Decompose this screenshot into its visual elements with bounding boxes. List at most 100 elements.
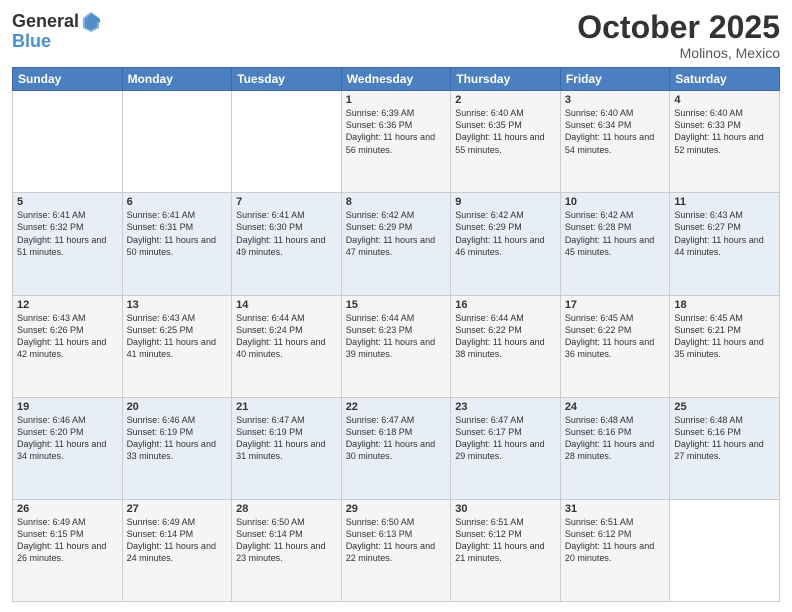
day-number: 12 bbox=[17, 299, 118, 311]
calendar-header: Sunday Monday Tuesday Wednesday Thursday… bbox=[13, 68, 780, 91]
day-info: Sunrise: 6:44 AM Sunset: 6:24 PM Dayligh… bbox=[236, 312, 337, 361]
header-sunday: Sunday bbox=[13, 68, 123, 91]
calendar-cell: 23Sunrise: 6:47 AM Sunset: 6:17 PM Dayli… bbox=[451, 397, 561, 499]
day-info: Sunrise: 6:47 AM Sunset: 6:17 PM Dayligh… bbox=[455, 414, 556, 463]
day-info: Sunrise: 6:46 AM Sunset: 6:20 PM Dayligh… bbox=[17, 414, 118, 463]
day-info: Sunrise: 6:51 AM Sunset: 6:12 PM Dayligh… bbox=[455, 516, 556, 565]
calendar-cell: 9Sunrise: 6:42 AM Sunset: 6:29 PM Daylig… bbox=[451, 193, 561, 295]
day-number: 5 bbox=[17, 196, 118, 208]
day-number: 4 bbox=[674, 94, 775, 106]
calendar-week-2: 5Sunrise: 6:41 AM Sunset: 6:32 PM Daylig… bbox=[13, 193, 780, 295]
day-number: 15 bbox=[346, 299, 447, 311]
calendar-cell: 26Sunrise: 6:49 AM Sunset: 6:15 PM Dayli… bbox=[13, 499, 123, 601]
calendar-cell: 15Sunrise: 6:44 AM Sunset: 6:23 PM Dayli… bbox=[341, 295, 451, 397]
day-number: 20 bbox=[127, 401, 228, 413]
calendar-cell: 3Sunrise: 6:40 AM Sunset: 6:34 PM Daylig… bbox=[560, 91, 670, 193]
day-info: Sunrise: 6:39 AM Sunset: 6:36 PM Dayligh… bbox=[346, 107, 447, 156]
day-number: 30 bbox=[455, 503, 556, 515]
day-number: 27 bbox=[127, 503, 228, 515]
day-info: Sunrise: 6:49 AM Sunset: 6:15 PM Dayligh… bbox=[17, 516, 118, 565]
day-number: 11 bbox=[674, 196, 775, 208]
day-info: Sunrise: 6:40 AM Sunset: 6:35 PM Dayligh… bbox=[455, 107, 556, 156]
calendar-cell: 12Sunrise: 6:43 AM Sunset: 6:26 PM Dayli… bbox=[13, 295, 123, 397]
day-info: Sunrise: 6:41 AM Sunset: 6:32 PM Dayligh… bbox=[17, 209, 118, 258]
day-number: 9 bbox=[455, 196, 556, 208]
page: General Blue October 2025 Molinos, Mexic… bbox=[0, 0, 792, 612]
calendar-cell: 22Sunrise: 6:47 AM Sunset: 6:18 PM Dayli… bbox=[341, 397, 451, 499]
calendar-cell: 31Sunrise: 6:51 AM Sunset: 6:12 PM Dayli… bbox=[560, 499, 670, 601]
day-info: Sunrise: 6:41 AM Sunset: 6:30 PM Dayligh… bbox=[236, 209, 337, 258]
header-saturday: Saturday bbox=[670, 68, 780, 91]
month-title: October 2025 bbox=[577, 10, 780, 45]
calendar-cell bbox=[670, 499, 780, 601]
calendar-cell: 2Sunrise: 6:40 AM Sunset: 6:35 PM Daylig… bbox=[451, 91, 561, 193]
header-monday: Monday bbox=[122, 68, 232, 91]
calendar-cell bbox=[232, 91, 342, 193]
calendar-cell bbox=[122, 91, 232, 193]
day-info: Sunrise: 6:51 AM Sunset: 6:12 PM Dayligh… bbox=[565, 516, 666, 565]
calendar-cell: 17Sunrise: 6:45 AM Sunset: 6:22 PM Dayli… bbox=[560, 295, 670, 397]
calendar-cell: 20Sunrise: 6:46 AM Sunset: 6:19 PM Dayli… bbox=[122, 397, 232, 499]
calendar-week-5: 26Sunrise: 6:49 AM Sunset: 6:15 PM Dayli… bbox=[13, 499, 780, 601]
day-number: 6 bbox=[127, 196, 228, 208]
calendar-week-4: 19Sunrise: 6:46 AM Sunset: 6:20 PM Dayli… bbox=[13, 397, 780, 499]
day-info: Sunrise: 6:42 AM Sunset: 6:29 PM Dayligh… bbox=[455, 209, 556, 258]
calendar-cell: 29Sunrise: 6:50 AM Sunset: 6:13 PM Dayli… bbox=[341, 499, 451, 601]
day-info: Sunrise: 6:43 AM Sunset: 6:25 PM Dayligh… bbox=[127, 312, 228, 361]
day-info: Sunrise: 6:40 AM Sunset: 6:34 PM Dayligh… bbox=[565, 107, 666, 156]
day-number: 25 bbox=[674, 401, 775, 413]
day-info: Sunrise: 6:40 AM Sunset: 6:33 PM Dayligh… bbox=[674, 107, 775, 156]
header-friday: Friday bbox=[560, 68, 670, 91]
day-info: Sunrise: 6:47 AM Sunset: 6:18 PM Dayligh… bbox=[346, 414, 447, 463]
day-number: 16 bbox=[455, 299, 556, 311]
day-number: 21 bbox=[236, 401, 337, 413]
calendar-cell: 28Sunrise: 6:50 AM Sunset: 6:14 PM Dayli… bbox=[232, 499, 342, 601]
day-number: 17 bbox=[565, 299, 666, 311]
day-info: Sunrise: 6:43 AM Sunset: 6:26 PM Dayligh… bbox=[17, 312, 118, 361]
header-tuesday: Tuesday bbox=[232, 68, 342, 91]
day-info: Sunrise: 6:44 AM Sunset: 6:23 PM Dayligh… bbox=[346, 312, 447, 361]
calendar-cell: 13Sunrise: 6:43 AM Sunset: 6:25 PM Dayli… bbox=[122, 295, 232, 397]
calendar-cell: 7Sunrise: 6:41 AM Sunset: 6:30 PM Daylig… bbox=[232, 193, 342, 295]
day-number: 14 bbox=[236, 299, 337, 311]
calendar-cell: 19Sunrise: 6:46 AM Sunset: 6:20 PM Dayli… bbox=[13, 397, 123, 499]
weekday-header-row: Sunday Monday Tuesday Wednesday Thursday… bbox=[13, 68, 780, 91]
calendar-cell: 4Sunrise: 6:40 AM Sunset: 6:33 PM Daylig… bbox=[670, 91, 780, 193]
day-number: 18 bbox=[674, 299, 775, 311]
day-info: Sunrise: 6:43 AM Sunset: 6:27 PM Dayligh… bbox=[674, 209, 775, 258]
logo: General Blue bbox=[12, 10, 101, 50]
day-info: Sunrise: 6:48 AM Sunset: 6:16 PM Dayligh… bbox=[674, 414, 775, 463]
calendar-cell: 16Sunrise: 6:44 AM Sunset: 6:22 PM Dayli… bbox=[451, 295, 561, 397]
day-number: 1 bbox=[346, 94, 447, 106]
calendar-cell: 1Sunrise: 6:39 AM Sunset: 6:36 PM Daylig… bbox=[341, 91, 451, 193]
calendar-cell: 8Sunrise: 6:42 AM Sunset: 6:29 PM Daylig… bbox=[341, 193, 451, 295]
header-thursday: Thursday bbox=[451, 68, 561, 91]
location-subtitle: Molinos, Mexico bbox=[577, 45, 780, 61]
day-info: Sunrise: 6:41 AM Sunset: 6:31 PM Dayligh… bbox=[127, 209, 228, 258]
header-wednesday: Wednesday bbox=[341, 68, 451, 91]
calendar-cell: 30Sunrise: 6:51 AM Sunset: 6:12 PM Dayli… bbox=[451, 499, 561, 601]
day-number: 13 bbox=[127, 299, 228, 311]
day-info: Sunrise: 6:50 AM Sunset: 6:13 PM Dayligh… bbox=[346, 516, 447, 565]
calendar-body: 1Sunrise: 6:39 AM Sunset: 6:36 PM Daylig… bbox=[13, 91, 780, 602]
day-number: 2 bbox=[455, 94, 556, 106]
day-number: 23 bbox=[455, 401, 556, 413]
calendar-cell: 11Sunrise: 6:43 AM Sunset: 6:27 PM Dayli… bbox=[670, 193, 780, 295]
day-info: Sunrise: 6:50 AM Sunset: 6:14 PM Dayligh… bbox=[236, 516, 337, 565]
day-info: Sunrise: 6:42 AM Sunset: 6:29 PM Dayligh… bbox=[346, 209, 447, 258]
header: General Blue October 2025 Molinos, Mexic… bbox=[12, 10, 780, 61]
calendar-cell: 5Sunrise: 6:41 AM Sunset: 6:32 PM Daylig… bbox=[13, 193, 123, 295]
day-info: Sunrise: 6:44 AM Sunset: 6:22 PM Dayligh… bbox=[455, 312, 556, 361]
calendar-table: Sunday Monday Tuesday Wednesday Thursday… bbox=[12, 67, 780, 602]
logo-general: General bbox=[12, 12, 79, 30]
day-number: 19 bbox=[17, 401, 118, 413]
day-info: Sunrise: 6:46 AM Sunset: 6:19 PM Dayligh… bbox=[127, 414, 228, 463]
day-info: Sunrise: 6:49 AM Sunset: 6:14 PM Dayligh… bbox=[127, 516, 228, 565]
calendar-cell bbox=[13, 91, 123, 193]
calendar-cell: 6Sunrise: 6:41 AM Sunset: 6:31 PM Daylig… bbox=[122, 193, 232, 295]
day-info: Sunrise: 6:45 AM Sunset: 6:21 PM Dayligh… bbox=[674, 312, 775, 361]
calendar-cell: 24Sunrise: 6:48 AM Sunset: 6:16 PM Dayli… bbox=[560, 397, 670, 499]
day-info: Sunrise: 6:45 AM Sunset: 6:22 PM Dayligh… bbox=[565, 312, 666, 361]
day-number: 28 bbox=[236, 503, 337, 515]
day-number: 29 bbox=[346, 503, 447, 515]
